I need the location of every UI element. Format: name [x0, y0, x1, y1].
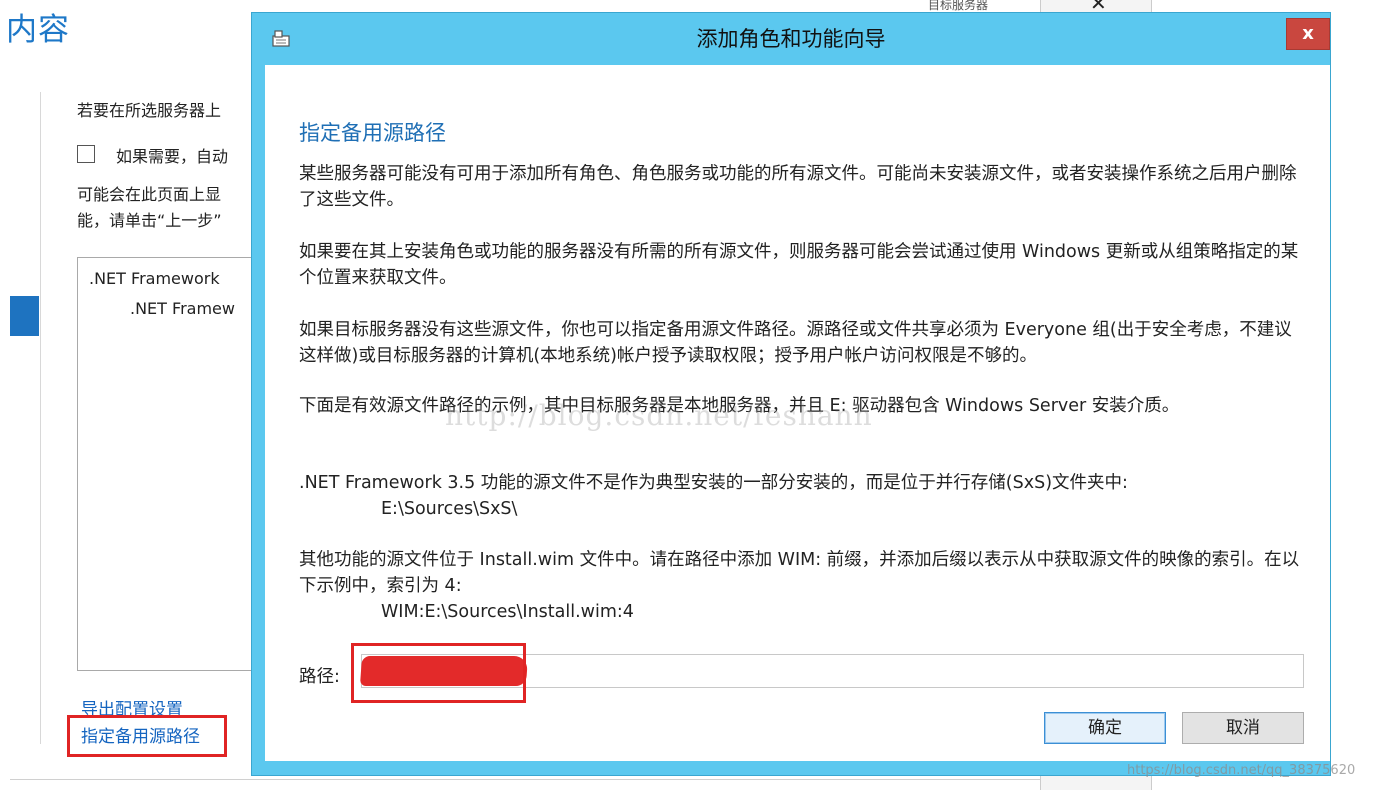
top-right-label: 目标服务器: [928, 0, 989, 12]
nav-selection-indicator: [10, 296, 39, 336]
paragraph-windows-update: 如果要在其上安装角色或功能的服务器没有所需的所有源文件，则服务器可能会尝试通过使…: [299, 242, 1299, 288]
ok-button[interactable]: 确定: [1044, 712, 1166, 744]
add-roles-wizard-dialog: 添加角色和功能向导 x 指定备用源路径 某些服务器可能没有可用于添加所有角色、角…: [252, 13, 1330, 775]
blog-watermark: http://blog.csdn.net/feshanh: [445, 399, 873, 432]
dialog-titlebar[interactable]: 添加角色和功能向导 x: [252, 13, 1330, 65]
sxs-path-example: E:\Sources\SxS\: [381, 499, 518, 519]
selection-list[interactable]: .NET Framework .NET Framew: [77, 257, 279, 671]
list-item[interactable]: .NET Framework: [89, 269, 220, 288]
bottom-divider: [10, 779, 1110, 780]
wim-path-example: WIM:E:\Sources\Install.wim:4: [381, 602, 634, 622]
close-button[interactable]: x: [1286, 18, 1330, 50]
paragraph-wim: 其他功能的源文件位于 Install.wim 文件中。请在路径中添加 WIM: …: [299, 547, 1304, 625]
path-label: 路径:: [299, 667, 340, 687]
dialog-title: 添加角色和功能向导: [696, 27, 886, 51]
bottom-right-panel: [1040, 776, 1152, 790]
section-heading: 指定备用源路径: [299, 121, 446, 145]
page-title: 内容: [6, 12, 70, 48]
intro-text: 若要在所选服务器上: [77, 101, 222, 120]
paragraph-missing-sources: 某些服务器可能没有可用于添加所有角色、角色服务或功能的所有源文件。可能尚未安装源…: [299, 164, 1297, 210]
auto-restart-checkbox[interactable]: [77, 145, 95, 163]
source-watermark: https://blog.csdn.net/qq_38375620: [1127, 763, 1356, 778]
netfx-text: .NET Framework 3.5 功能的源文件不是作为典型安装的一部分安装的…: [299, 473, 1128, 493]
note-text-line2: 能，请单击“上一步”: [77, 211, 222, 230]
paragraph-permissions: 如果目标服务器没有这些源文件，你也可以指定备用源文件路径。源路径或文件共享必须为…: [299, 320, 1292, 366]
note-text-line1: 可能会在此页面上显: [77, 185, 222, 204]
paragraph-netfx: .NET Framework 3.5 功能的源文件不是作为典型安装的一部分安装的…: [299, 470, 1304, 522]
highlight-box-path: [351, 643, 526, 703]
highlight-box-link: [67, 715, 227, 757]
cancel-button[interactable]: 取消: [1182, 712, 1304, 744]
left-divider: [40, 92, 41, 744]
list-item[interactable]: .NET Framew: [130, 299, 235, 318]
checkbox-label: 如果需要，自动: [116, 147, 229, 166]
wim-text: 其他功能的源文件位于 Install.wim 文件中。请在路径中添加 WIM: …: [299, 550, 1300, 596]
dialog-body: 指定备用源路径 某些服务器可能没有可用于添加所有角色、角色服务或功能的所有源文件…: [265, 65, 1330, 761]
